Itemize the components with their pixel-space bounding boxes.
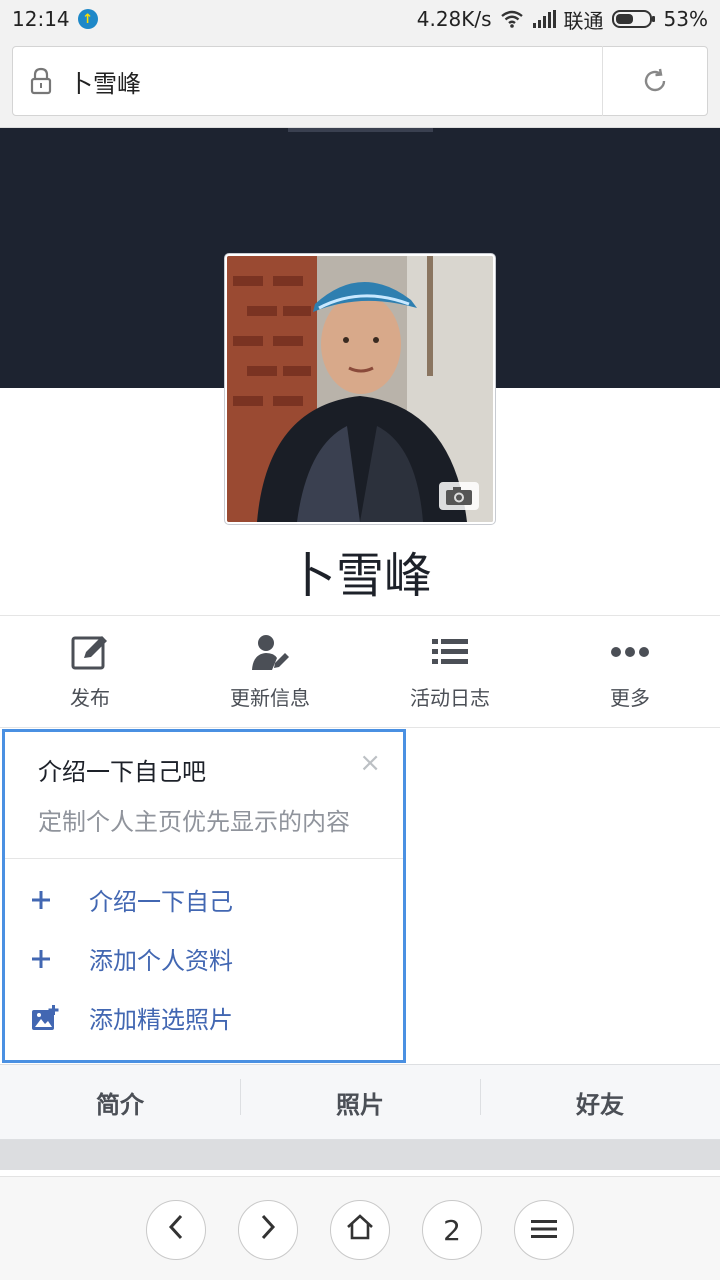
close-icon[interactable]: × bbox=[359, 748, 381, 778]
edit-icon bbox=[70, 632, 110, 672]
action-activity-label: 活动日志 bbox=[410, 686, 490, 710]
signal-icon bbox=[532, 10, 556, 28]
intro-card: 介绍一下自己吧 × 定制个人主页优先显示的内容 介绍一下自己 添加个人资料 添加… bbox=[2, 729, 406, 1063]
list-icon bbox=[432, 632, 468, 672]
tab-photos[interactable]: 照片 bbox=[240, 1078, 480, 1120]
action-activity-log[interactable]: 活动日志 bbox=[360, 616, 540, 727]
section-separator bbox=[0, 1140, 720, 1170]
link-add-featured-photos[interactable]: 添加精选照片 bbox=[31, 1000, 233, 1035]
profile-picture[interactable] bbox=[225, 254, 495, 524]
tab-friends[interactable]: 好友 bbox=[480, 1078, 720, 1120]
wifi-icon bbox=[500, 9, 524, 29]
forward-button[interactable] bbox=[238, 1200, 298, 1260]
action-update-info[interactable]: 更新信息 bbox=[180, 616, 360, 727]
link-add-profile-label: 添加个人资料 bbox=[89, 947, 233, 975]
action-update-label: 更新信息 bbox=[230, 686, 310, 710]
tab-about[interactable]: 简介 bbox=[0, 1085, 240, 1120]
carrier-label: 联通 bbox=[563, 8, 604, 33]
status-left: 12:14 ↑ bbox=[12, 7, 98, 31]
camera-icon[interactable] bbox=[439, 482, 479, 510]
intro-title: 介绍一下自己吧 bbox=[38, 758, 206, 786]
network-speed: 4.28K/s bbox=[416, 7, 492, 31]
more-dots-icon bbox=[610, 632, 650, 672]
battery-icon bbox=[611, 9, 656, 29]
person-edit-icon bbox=[250, 632, 290, 672]
action-post[interactable]: 发布 bbox=[0, 616, 180, 727]
plus-icon bbox=[31, 949, 89, 969]
chevron-left-icon bbox=[167, 1214, 185, 1247]
action-post-label: 发布 bbox=[70, 686, 110, 710]
profile-actions: 发布 更新信息 活动日志 更多 bbox=[0, 615, 720, 728]
chevron-right-icon bbox=[259, 1214, 277, 1247]
menu-button[interactable] bbox=[514, 1200, 574, 1260]
link-introduce-yourself[interactable]: 介绍一下自己 bbox=[31, 882, 233, 917]
reload-icon[interactable] bbox=[603, 67, 707, 95]
status-time: 12:14 bbox=[12, 7, 70, 31]
link-introduce-label: 介绍一下自己 bbox=[89, 888, 233, 916]
browser-bottom-nav: 2 bbox=[0, 1176, 720, 1280]
profile-tabs: 简介 照片 好友 bbox=[0, 1064, 720, 1140]
home-icon bbox=[345, 1213, 375, 1248]
plus-icon bbox=[31, 890, 89, 910]
browser-toolbar: 卜雪峰 bbox=[0, 38, 720, 128]
back-button[interactable] bbox=[146, 1200, 206, 1260]
action-more-label: 更多 bbox=[610, 686, 650, 710]
profile-name: 卜雪峰 bbox=[287, 548, 432, 604]
link-add-profile-info[interactable]: 添加个人资料 bbox=[31, 941, 233, 976]
status-right: 4.28K/s 联通 53% bbox=[417, 5, 708, 34]
battery-percent: 53% bbox=[663, 7, 708, 31]
notification-icon: ↑ bbox=[77, 9, 98, 29]
link-add-photos-label: 添加精选照片 bbox=[89, 1006, 233, 1034]
home-button[interactable] bbox=[330, 1200, 390, 1260]
status-bar: 12:14 ↑ 4.28K/s 联通 53% bbox=[0, 0, 720, 38]
hamburger-icon bbox=[531, 1214, 557, 1247]
add-photo-icon bbox=[31, 1004, 89, 1031]
cover-decoration bbox=[288, 128, 433, 132]
action-more[interactable]: 更多 bbox=[540, 616, 720, 727]
intro-subtitle: 定制个人主页优先显示的内容 bbox=[38, 808, 350, 836]
page-title: 卜雪峰 bbox=[69, 69, 141, 98]
lock-icon bbox=[13, 67, 69, 95]
tab-count: 2 bbox=[443, 1213, 461, 1247]
intro-divider bbox=[5, 858, 403, 859]
address-bar[interactable]: 卜雪峰 bbox=[12, 46, 708, 116]
tabs-button[interactable]: 2 bbox=[422, 1200, 482, 1260]
